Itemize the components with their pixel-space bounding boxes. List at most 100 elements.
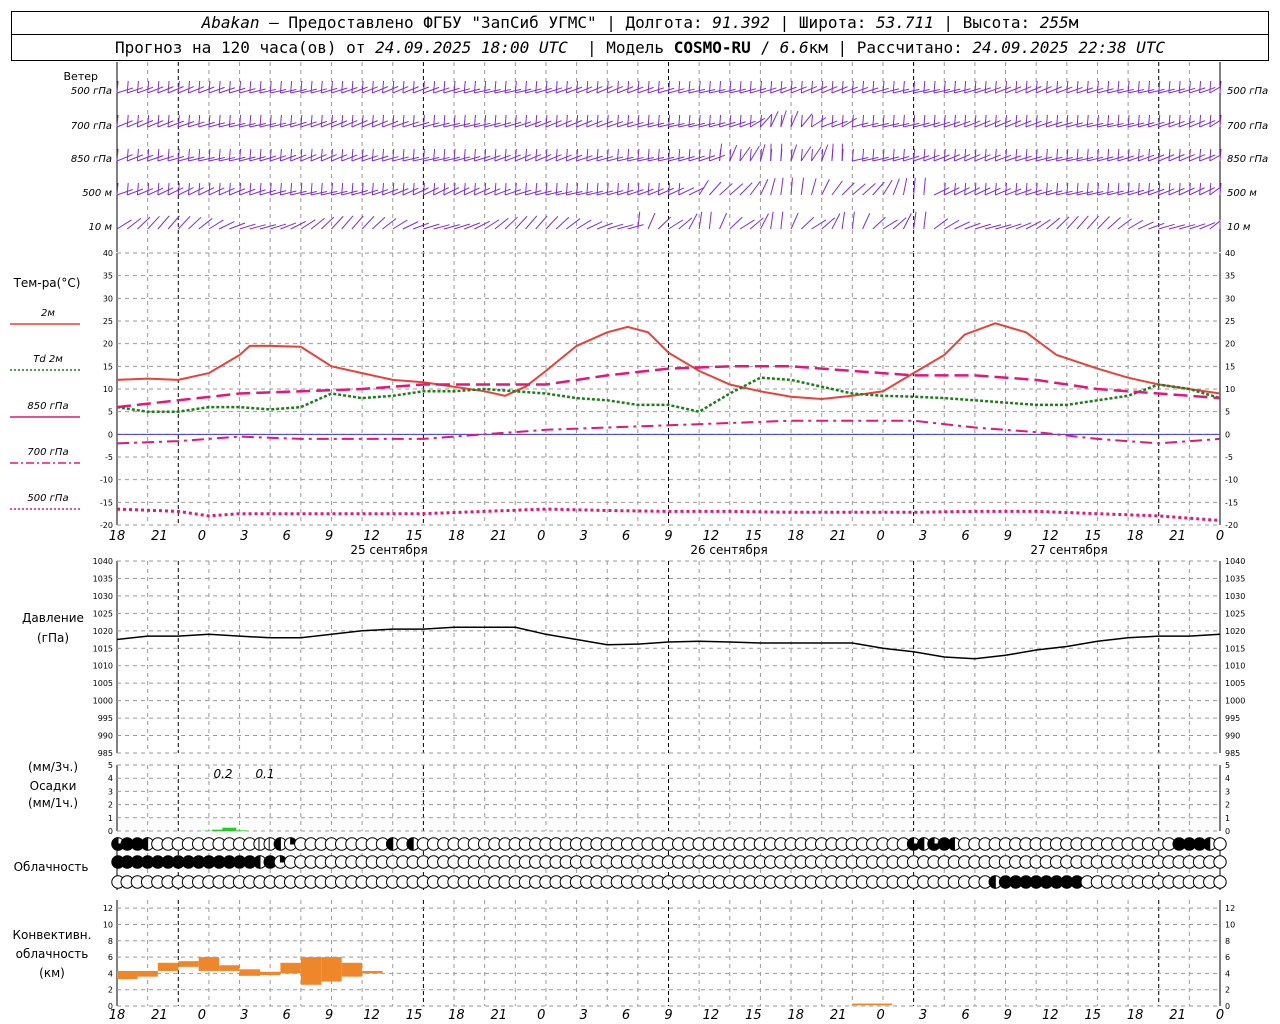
wind-barb-flag <box>555 182 558 196</box>
wind-barb-flag <box>433 114 436 128</box>
wind-barb-flag <box>994 114 997 128</box>
wind-barb-flag <box>647 80 650 94</box>
wind-barb-flag <box>126 148 129 162</box>
wind-barb-flag <box>555 80 558 94</box>
time-tick-bottom: 9 <box>325 1008 333 1023</box>
wind-barb-flag <box>606 80 609 94</box>
wind-barb <box>810 178 817 196</box>
time-tick-top: 21 <box>1169 529 1186 544</box>
wind-barb-flag <box>974 80 977 94</box>
wind-barb-flag <box>1035 80 1038 94</box>
wind-barb-flag <box>627 114 630 128</box>
wind-barb <box>913 177 916 196</box>
wind-barb-flag <box>964 148 967 162</box>
wind-barb-flag <box>433 182 436 196</box>
wind-barb <box>780 211 784 230</box>
wind-barb <box>1107 217 1121 230</box>
wind-barb-flag <box>412 80 415 94</box>
conv-cloud-bar <box>341 962 363 977</box>
precip-title: Осадки <box>30 779 77 793</box>
wind-barb-flag <box>780 80 783 94</box>
wind-barb-flag <box>862 114 865 128</box>
wind-barb-flag <box>872 80 875 94</box>
pres-ytick-left: 1010 <box>93 662 113 671</box>
wind-barb-flag <box>1107 114 1110 128</box>
wind-barb <box>759 179 769 196</box>
wind-barb <box>729 216 743 230</box>
conv-cloud-bar <box>239 969 260 976</box>
wind-barb <box>1209 120 1221 128</box>
conv-ytick-right: 8 <box>1225 937 1230 946</box>
wind-barb-flag <box>330 80 333 94</box>
wind-barb-flag <box>249 148 252 162</box>
wind-barb-flag <box>351 148 354 162</box>
wind-barb-flag <box>341 114 344 128</box>
wind-barb-flag <box>964 114 967 128</box>
wind-barb <box>1005 223 1022 230</box>
wind-barb-flag <box>841 80 844 94</box>
wind-barb-flag <box>923 114 926 128</box>
wind-barb-flag <box>208 114 211 128</box>
wind-barb-flag <box>882 114 885 128</box>
wind-barb <box>1199 86 1216 94</box>
time-tick-bottom: 0 <box>537 1008 545 1023</box>
wind-barb-flag <box>1168 148 1171 162</box>
time-tick-bottom: 21 <box>1169 1008 1186 1023</box>
wind-barb-flag <box>1107 80 1110 94</box>
wind-barb-flag <box>279 182 282 196</box>
wind-barb <box>759 213 769 230</box>
wind-barb-flag <box>821 114 824 128</box>
wind-barb-flag <box>708 80 711 94</box>
wind-barb-flag <box>892 80 895 94</box>
prec-ytick-left: 4 <box>108 774 113 783</box>
temp-ytick-right: 25 <box>1225 317 1235 326</box>
wind-barb-flag <box>422 148 425 162</box>
wind-barb-flag <box>657 182 660 196</box>
wind-barb <box>688 213 698 230</box>
wind-barb-flag <box>218 182 221 196</box>
wind-barb-flag <box>494 182 497 196</box>
wind-barb <box>371 216 386 230</box>
wind-barb <box>841 211 846 230</box>
temp-ytick-right: -10 <box>1225 476 1238 485</box>
wind-level-left: 700 гПа <box>71 121 112 132</box>
wind-barb <box>892 178 900 196</box>
temp-legend-label: 2м <box>41 308 55 319</box>
wind-barb-flag <box>228 80 231 94</box>
precip-bar <box>232 830 247 831</box>
wind-barb-flag <box>198 182 201 196</box>
time-tick-top: 15 <box>1084 529 1101 544</box>
wind-barb-flag <box>1107 182 1110 196</box>
temp-ytick-left: 10 <box>103 385 113 394</box>
wind-barb-flag <box>565 182 568 196</box>
wind-barb-flag <box>208 80 211 94</box>
wind-barb-flag <box>1178 114 1181 128</box>
wind-barb <box>852 183 866 196</box>
wind-barb-flag <box>974 114 977 128</box>
wind-barb-flag <box>984 80 987 94</box>
wind-barb-flag <box>902 114 905 128</box>
date-label: 26 сентября <box>690 543 767 557</box>
wind-barb-flag <box>443 80 446 94</box>
wind-barb-flag <box>1096 114 1099 128</box>
prec-ytick-left: 0 <box>108 827 113 836</box>
wind-barb-flag <box>402 114 405 128</box>
wind-barb-flag <box>698 80 701 94</box>
wind-barb-flag <box>1107 148 1110 162</box>
time-tick-top: 21 <box>151 529 168 544</box>
conv-cloud-bar <box>219 965 240 971</box>
wind-barb-flag <box>433 80 436 94</box>
wind-barb-flag <box>167 114 170 128</box>
wind-barb-flag <box>841 114 844 128</box>
wind-barb <box>749 145 760 162</box>
wind-barb-flag <box>933 80 936 94</box>
wind-level-left: 850 гПа <box>71 154 112 165</box>
wind-barb-flag <box>1148 148 1151 162</box>
wind-barb <box>790 177 793 196</box>
wind-barb-flag <box>392 80 395 94</box>
wind-barb <box>1189 223 1206 230</box>
wind-barb-flag <box>463 114 466 128</box>
wind-barb-flag <box>627 80 630 94</box>
wind-barb-flag <box>412 182 415 196</box>
conv-cloud-bar <box>321 957 342 982</box>
